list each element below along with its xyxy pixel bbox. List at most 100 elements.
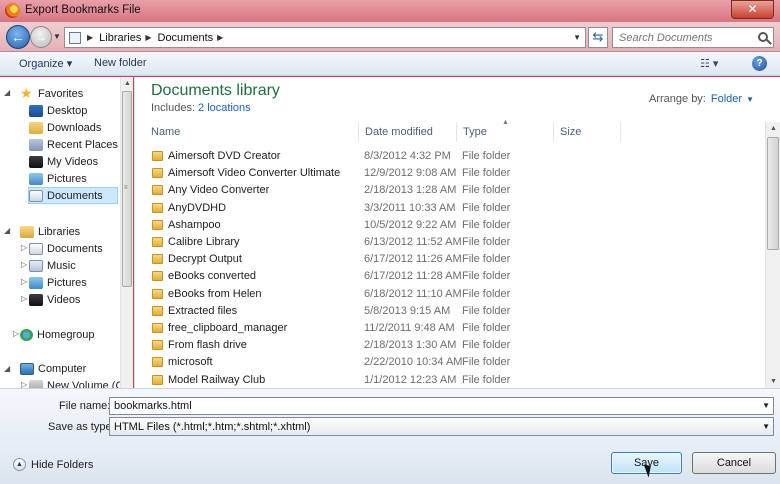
breadcrumb[interactable]: ▶ Libraries ▶ Documents ▶ ▼ <box>64 27 586 48</box>
nav-lib-videos[interactable]: Videos <box>29 291 80 308</box>
nav-libraries[interactable]: Libraries <box>20 223 80 240</box>
file-date: 3/3/2011 10:33 AM <box>364 201 456 214</box>
save-as-type-select[interactable]: HTML Files (*.html;*.htm;*.shtml;*.xhtml… <box>109 417 774 436</box>
organize-button[interactable]: Organize ▾ <box>19 57 72 70</box>
collapsed-arrow-icon[interactable]: ▷ <box>21 294 27 303</box>
file-row[interactable]: eBooks converted 6/17/2012 11:28 AM File f… <box>135 268 767 285</box>
view-options-icon[interactable]: ☷ ▾ <box>700 57 722 71</box>
file-type: File folder <box>462 304 511 317</box>
nav-lib-pictures[interactable]: Pictures <box>29 274 87 291</box>
file-row[interactable]: Ashampoo 10/5/2012 9:22 AM File folder <box>135 217 767 234</box>
chevron-right-icon[interactable]: ▶ <box>145 33 151 42</box>
chevron-down-icon[interactable]: ▼ <box>762 401 770 410</box>
search-icon[interactable] <box>758 32 768 42</box>
file-name: Aimersoft Video Converter Ultimate <box>168 167 341 180</box>
file-name-combo[interactable]: ▼ <box>109 397 774 415</box>
file-type: File folder <box>462 184 511 197</box>
search-input[interactable] <box>613 28 753 47</box>
cancel-button[interactable]: Cancel <box>692 452 776 474</box>
back-button[interactable]: ← <box>6 25 30 49</box>
scroll-up-icon[interactable]: ▲ <box>770 125 777 132</box>
nav-desktop[interactable]: Desktop <box>29 102 87 119</box>
nav-lib-music[interactable]: Music <box>29 257 76 274</box>
recent-pages-dropdown-icon[interactable]: ▼ <box>53 32 61 41</box>
file-name-label: File name: <box>59 400 111 412</box>
recent-places-icon <box>29 138 43 151</box>
breadcrumb-libraries[interactable]: Libraries <box>99 32 141 44</box>
collapsed-arrow-icon[interactable]: ▷ <box>21 277 27 286</box>
save-as-type-value: HTML Files (*.html;*.htm;*.shtml;*.xhtml… <box>114 421 311 433</box>
file-row[interactable]: AnyDVDHD 3/3/2011 10:33 AM File folder <box>135 200 767 217</box>
content-scrollbar[interactable]: ▲ ▼ <box>765 122 780 388</box>
close-button[interactable]: ✕ <box>731 0 774 19</box>
file-row[interactable]: Any Video Converter 2/18/2013 1:28 AM File… <box>135 182 767 199</box>
scroll-down-icon[interactable]: ▼ <box>770 378 777 385</box>
file-row[interactable]: free_clipboard_manager 11/2/2011 9:48 AM F… <box>135 320 767 337</box>
nav-lib-documents[interactable]: Documents <box>29 240 103 257</box>
folder-icon <box>152 202 163 213</box>
file-row[interactable]: Aimersoft Video Converter Ultimate 12/9/2… <box>135 165 767 182</box>
file-row[interactable]: microsoft 2/22/2010 10:34 AM File folder <box>135 354 767 371</box>
chevron-right-icon[interactable]: ▶ <box>217 33 223 42</box>
scroll-up-icon[interactable]: ▲ <box>124 80 131 87</box>
locations-link[interactable]: 2 locations <box>198 102 251 114</box>
firefox-icon <box>5 3 20 18</box>
collapsed-arrow-icon[interactable]: ▷ <box>13 329 19 338</box>
nav-homegroup[interactable]: Homegroup <box>20 326 94 343</box>
file-name: Aimersoft DVD Creator <box>168 150 281 162</box>
collapsed-arrow-icon[interactable]: ▷ <box>21 260 27 269</box>
collapsed-arrow-icon[interactable]: ▷ <box>21 243 27 252</box>
file-name: From flash drive <box>168 339 247 352</box>
nav-documents[interactable]: Documents <box>28 187 118 204</box>
nav-recent-places[interactable]: Recent Places <box>29 136 118 153</box>
collapsed-arrow-icon[interactable]: ▷ <box>21 380 27 388</box>
file-row[interactable]: Decrypt Output 6/17/2012 11:26 AM File fol… <box>135 251 767 268</box>
file-name-field[interactable] <box>110 398 750 414</box>
expanded-arrow-icon[interactable]: ◢ <box>4 364 10 373</box>
nav-label: My Videos <box>47 155 99 168</box>
nav-label: Desktop <box>47 104 88 117</box>
chevron-down-icon[interactable]: ▼ <box>746 95 754 104</box>
column-header-size[interactable]: Size <box>554 122 621 142</box>
help-icon[interactable]: ? <box>752 56 767 71</box>
file-date: 11/2/2011 9:48 AM <box>364 322 455 334</box>
file-row[interactable]: Aimersoft DVD Creator 8/3/2012 4:32 PM Fil… <box>135 148 767 165</box>
forward-button[interactable]: → <box>30 26 52 48</box>
new-folder-button[interactable]: New folder <box>94 57 147 69</box>
title-bar: Export Bookmarks File ✕ <box>0 0 780 22</box>
file-row[interactable]: From flash drive 2/18/2013 1:30 AM File fo… <box>135 337 767 354</box>
breadcrumb-documents[interactable]: Documents <box>158 32 214 44</box>
nav-label: New Volume (C:) <box>47 379 131 389</box>
folder-icon <box>152 254 163 265</box>
nav-favorites[interactable]: ★ Favorites <box>20 85 83 102</box>
downloads-icon <box>29 121 43 134</box>
column-header-name[interactable]: Name <box>145 122 359 142</box>
nav-pictures[interactable]: Pictures <box>29 170 87 187</box>
nav-label: Documents <box>47 189 103 202</box>
arrange-by[interactable]: Arrange by: Folder ▼ <box>649 93 754 105</box>
nav-new-volume[interactable]: New Volume (C:) <box>29 377 130 388</box>
nav-my-videos[interactable]: My Videos <box>29 153 98 170</box>
nav-label: Computer <box>38 362 87 375</box>
file-row[interactable]: eBooks from Helen 6/18/2012 11:10 AM File … <box>135 286 767 303</box>
scrollbar-thumb[interactable] <box>767 137 779 250</box>
hide-folders-button[interactable]: ▲ Hide Folders <box>13 458 93 471</box>
folder-icon <box>152 185 163 196</box>
nav-label: Downloads <box>47 121 102 134</box>
arrange-value[interactable]: Folder <box>711 93 742 105</box>
column-header-date[interactable]: Date modified <box>359 122 457 142</box>
nav-computer[interactable]: Computer <box>20 360 86 377</box>
expanded-arrow-icon[interactable]: ◢ <box>4 88 10 97</box>
chevron-right-icon[interactable]: ▶ <box>87 33 93 42</box>
file-row[interactable]: Extracted files 5/8/2013 9:15 AM File fold… <box>135 303 767 320</box>
refresh-button[interactable]: ⇆ <box>588 27 608 48</box>
documents-icon <box>29 189 43 202</box>
search-box[interactable] <box>612 27 774 48</box>
chevron-down-icon[interactable]: ▼ <box>762 422 770 431</box>
file-row[interactable]: Calibre Library 6/13/2012 11:52 AM File fo… <box>135 234 767 251</box>
address-dropdown-icon[interactable]: ▼ <box>573 33 581 42</box>
expanded-arrow-icon[interactable]: ◢ <box>4 226 10 235</box>
nav-scrollbar[interactable]: ▲ ≡ <box>120 77 133 388</box>
file-row[interactable]: Model Railway Club 1/1/2012 12:23 AM File … <box>135 372 767 389</box>
nav-downloads[interactable]: Downloads <box>29 119 101 136</box>
